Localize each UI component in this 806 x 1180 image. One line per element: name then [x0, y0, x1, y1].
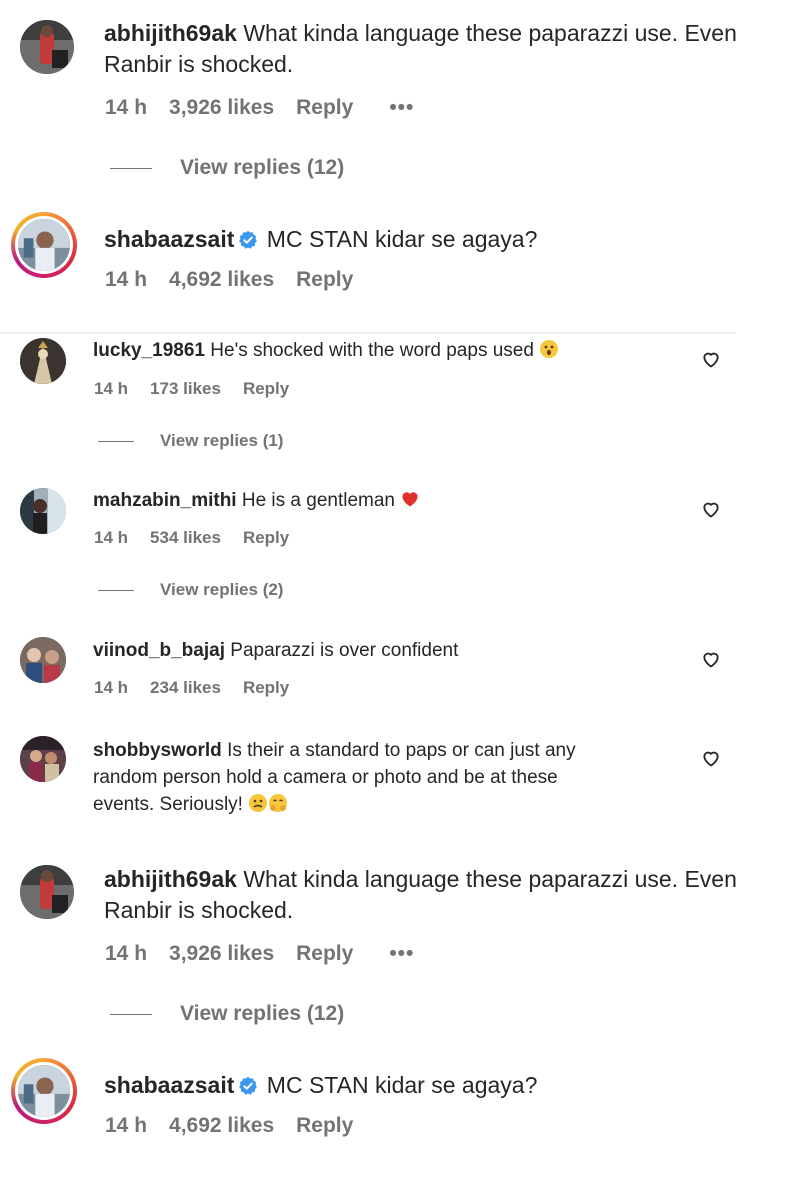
comment-body-line-3: events. Seriously! — [93, 794, 243, 815]
comment-body: He is a gentleman — [241, 490, 396, 511]
like-heart-icon[interactable] — [701, 748, 721, 768]
comment-text: shabaazsait MC STAN kidar se agaya? — [104, 1070, 764, 1101]
avatar[interactable] — [20, 865, 74, 919]
comment-meta: 14 h 3,926 likes Reply ••• — [105, 96, 414, 120]
like-heart-icon[interactable] — [701, 349, 721, 369]
verified-badge-icon — [239, 1076, 258, 1095]
comment-likes[interactable]: 534 likes — [150, 528, 221, 548]
comment-time: 14 h — [94, 528, 129, 547]
story-ring[interactable] — [11, 1058, 77, 1124]
comment-meta: 14 h 173 likes Reply — [94, 379, 289, 399]
view-replies-line — [98, 440, 134, 442]
view-replies-line — [110, 1013, 152, 1015]
comment-likes[interactable]: 173 likes — [150, 379, 221, 399]
comment-meta: 14 h 4,692 likes Reply — [105, 1114, 353, 1138]
view-replies-label: View replies (1) — [160, 431, 284, 450]
comment-body: Paparazzi is over confident — [230, 640, 459, 661]
comment-likes[interactable]: 234 likes — [150, 678, 221, 698]
comment-body: He's shocked with the word paps used — [210, 340, 534, 361]
comment-meta: 14 h 4,692 likes Reply — [105, 268, 353, 292]
story-ring[interactable] — [11, 212, 77, 278]
comment-time: 14 h — [94, 678, 129, 697]
comment-username[interactable]: shobbysworld — [93, 740, 222, 761]
comment-body-line-1: Is their a standard to paps or can just … — [227, 740, 576, 761]
comment-username[interactable]: abhijith69ak — [104, 866, 237, 892]
more-options-icon[interactable]: ••• — [389, 942, 414, 966]
comment-likes[interactable]: 4,692 likes — [169, 268, 274, 292]
reply-button[interactable]: Reply — [296, 96, 353, 120]
comment-time: 14 h — [105, 1114, 148, 1137]
comment-meta: 14 h 3,926 likes Reply ••• — [105, 942, 414, 966]
view-replies-line — [110, 167, 152, 169]
comment-text: shabaazsait MC STAN kidar se agaya? — [104, 224, 764, 255]
hushed-face-icon — [249, 794, 268, 812]
avatar[interactable] — [20, 637, 66, 683]
comment-body: MC STAN kidar se agaya? — [266, 226, 538, 252]
reply-button[interactable]: Reply — [243, 678, 289, 698]
comment-time: 14 h — [94, 379, 129, 398]
red-heart-icon — [402, 492, 418, 507]
avatar[interactable] — [20, 338, 66, 384]
comment-line-1: shobbysworld Is their a standard to paps… — [93, 737, 693, 764]
hugging-face-icon — [269, 794, 288, 812]
comment-meta: 14 h 534 likes Reply — [94, 528, 289, 548]
comment-time: 14 h — [105, 96, 148, 119]
like-heart-icon[interactable] — [701, 499, 721, 519]
verified-badge-icon — [239, 230, 258, 249]
astonished-face-icon — [540, 340, 559, 358]
comment-username[interactable]: shabaazsait — [104, 1072, 234, 1098]
comment-likes[interactable]: 3,926 likes — [169, 942, 274, 966]
story-ring-inner — [15, 216, 73, 274]
comment-likes[interactable]: 3,926 likes — [169, 96, 274, 120]
comment-text: abhijith69ak What kinda language these p… — [104, 18, 764, 80]
comment-username[interactable]: shabaazsait — [104, 226, 234, 252]
comment-text: abhijith69ak What kinda language these p… — [104, 864, 764, 926]
reply-button[interactable]: Reply — [296, 942, 353, 966]
view-replies-button[interactable]: View replies (1) — [98, 431, 283, 451]
comment-line-3: events. Seriously! — [93, 791, 693, 818]
comment-username[interactable]: viinod_b_bajaj — [93, 640, 225, 661]
like-heart-icon[interactable] — [701, 649, 721, 669]
comment-username[interactable]: lucky_19861 — [93, 340, 205, 361]
comment-username[interactable]: abhijith69ak — [104, 20, 237, 46]
section-divider — [0, 332, 735, 334]
comment-body: MC STAN kidar se agaya? — [266, 1072, 538, 1098]
view-replies-button[interactable]: View replies (2) — [98, 580, 283, 600]
reply-button[interactable]: Reply — [243, 379, 289, 399]
avatar — [18, 219, 70, 271]
view-replies-label: View replies (12) — [180, 156, 345, 179]
comment-text: shobbysworld Is their a standard to paps… — [93, 737, 693, 818]
reply-button[interactable]: Reply — [243, 528, 289, 548]
comment-time: 14 h — [105, 268, 148, 291]
view-replies-label: View replies (2) — [160, 580, 284, 599]
comment-username[interactable]: mahzabin_mithi — [93, 490, 237, 511]
comment-text: mahzabin_mithi He is a gentleman — [93, 488, 693, 513]
avatar[interactable] — [20, 20, 74, 74]
view-replies-button[interactable]: View replies (12) — [110, 1002, 344, 1026]
comment-time: 14 h — [105, 942, 148, 965]
reply-button[interactable]: Reply — [296, 1114, 353, 1138]
comment-likes[interactable]: 4,692 likes — [169, 1114, 274, 1138]
more-options-icon[interactable]: ••• — [389, 96, 414, 120]
reply-button[interactable]: Reply — [296, 268, 353, 292]
avatar — [18, 1065, 70, 1117]
comment-text: lucky_19861 He's shocked with the word p… — [93, 338, 693, 363]
comment-meta: 14 h 234 likes Reply — [94, 678, 289, 698]
comment-body-line-2: random person hold a camera or photo and… — [93, 767, 558, 788]
story-ring-inner — [15, 1062, 73, 1120]
view-replies-button[interactable]: View replies (12) — [110, 156, 344, 180]
view-replies-label: View replies (12) — [180, 1002, 345, 1025]
view-replies-line — [98, 589, 134, 591]
comment-text: viinod_b_bajaj Paparazzi is over confide… — [93, 638, 693, 663]
avatar[interactable] — [20, 736, 66, 782]
avatar[interactable] — [20, 488, 66, 534]
